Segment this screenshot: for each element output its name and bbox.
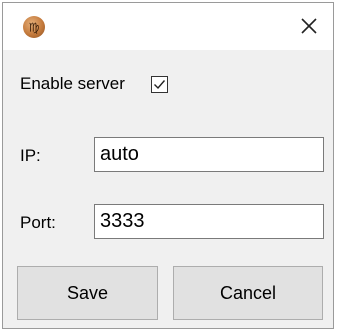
port-input[interactable] (94, 204, 324, 239)
close-icon (301, 18, 317, 34)
ip-input[interactable] (94, 137, 324, 172)
virgo-app-icon: ♍ (23, 16, 45, 38)
server-settings-dialog: ♍ Enable server IP: Port: Save Cancel (2, 2, 334, 329)
enable-server-label: Enable server (20, 74, 125, 93)
svg-text:♍: ♍ (29, 21, 40, 35)
port-label: Port: (20, 213, 56, 232)
save-button[interactable]: Save (17, 266, 158, 320)
enable-server-checkbox[interactable] (151, 76, 168, 93)
title-bar: ♍ (3, 3, 333, 50)
close-button[interactable] (295, 12, 323, 40)
checkmark-icon (154, 80, 166, 90)
ip-label: IP: (20, 146, 41, 165)
cancel-button[interactable]: Cancel (173, 266, 323, 320)
